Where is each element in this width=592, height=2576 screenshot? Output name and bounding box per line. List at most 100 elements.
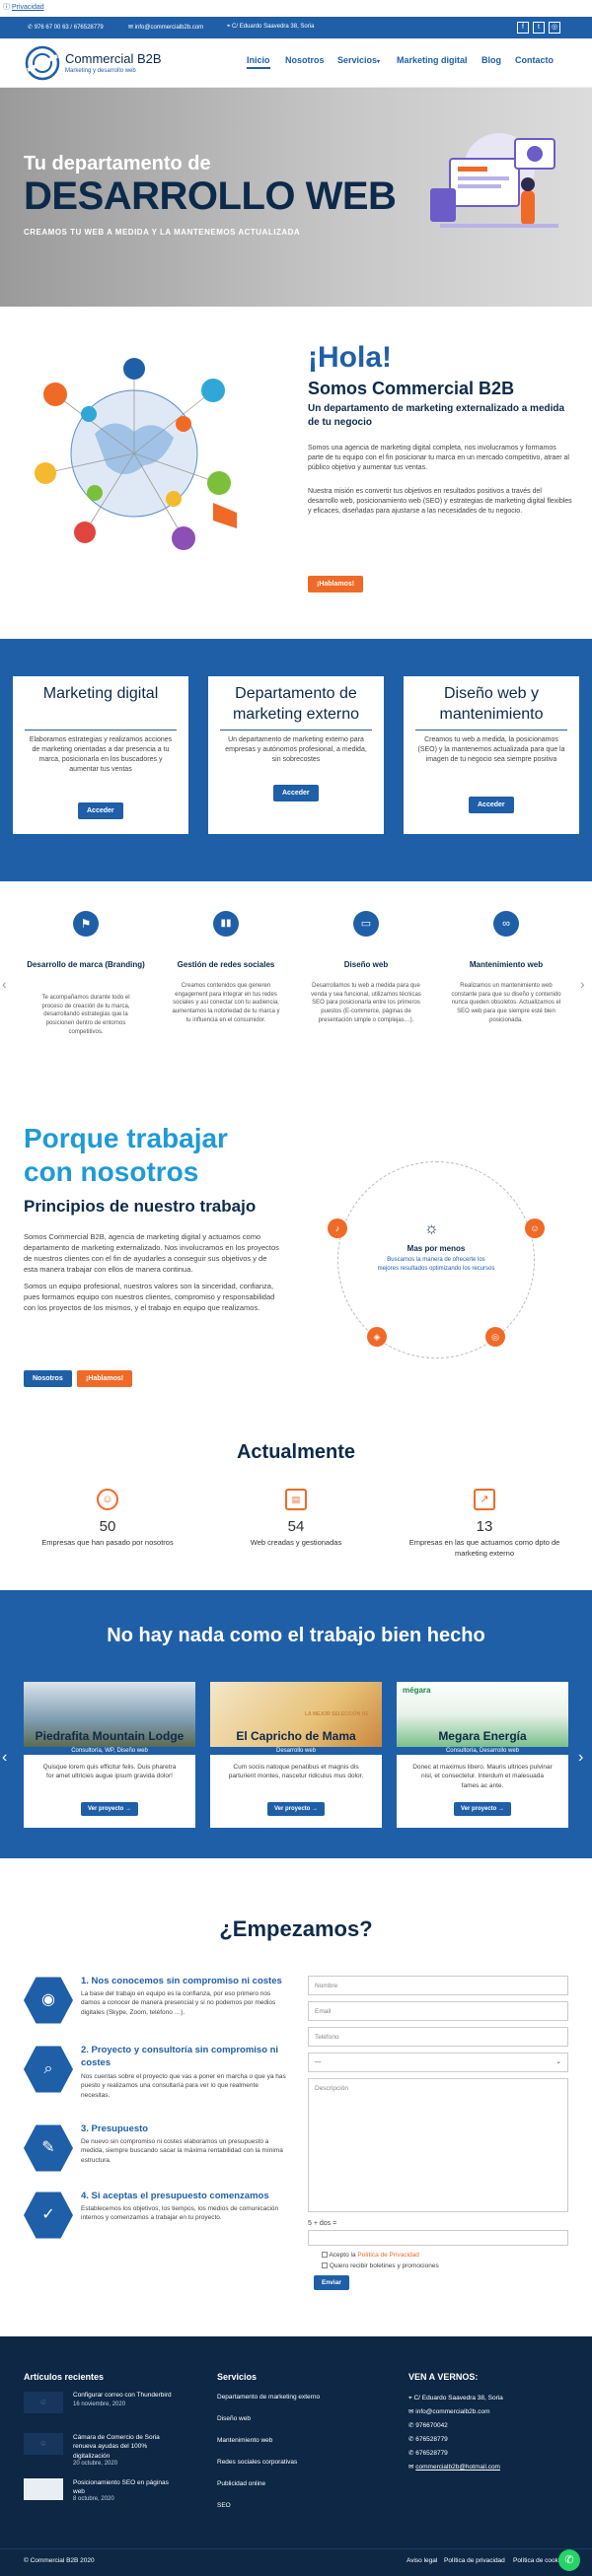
topbar-address: C/ Eduardo Saavedra 38, Soria — [232, 24, 315, 30]
circle-title: Mas por menos — [407, 1244, 466, 1253]
nav-item-nosotros[interactable]: Nosotros — [285, 55, 325, 65]
twitter-icon[interactable]: t — [533, 22, 545, 34]
privacy-checkbox[interactable] — [322, 2252, 328, 2259]
hola-button[interactable]: ¡Hablamos! — [308, 576, 364, 592]
phone-field[interactable]: Teléfono — [308, 2027, 568, 2047]
portfolio-button[interactable]: Ver proyecto → — [454, 1802, 512, 1816]
submit-button[interactable]: Enviar — [314, 2275, 349, 2290]
footer-services-title: Servicios — [217, 2372, 258, 2382]
portfolio-text: Quisque lorem quis efficitur felis. Duis… — [42, 1764, 177, 1780]
nav-item-servicios[interactable]: Servicios▾ — [337, 55, 380, 65]
nav-item-blog[interactable]: Blog — [481, 55, 501, 65]
description-field[interactable]: Descripción — [308, 2078, 568, 2212]
portfolio-text: Cum sociis natoque penatibus et magnis d… — [228, 1764, 364, 1780]
service-card: Diseño web y mantenimiento Creamos tu we… — [404, 676, 579, 834]
footer-service-link[interactable]: SEO — [217, 2502, 231, 2509]
pencil-icon: ✎ — [24, 2124, 73, 2172]
logo[interactable]: Commercial B2B Marketing y desarrollo we… — [24, 44, 172, 82]
nav-item-inicio[interactable]: Inicio — [247, 55, 270, 69]
hablamos-button[interactable]: ¡Hablamos! — [77, 1370, 133, 1387]
footer-post-title[interactable]: Posicionamiento SEO en páginas web — [73, 2478, 182, 2497]
magnifier-icon: ⌕ — [24, 2046, 73, 2093]
footer-service-link[interactable]: Diseño web — [217, 2415, 251, 2422]
browser-icon: ▤ — [285, 1489, 307, 1510]
whatsapp-icon[interactable]: ✆ — [558, 2549, 580, 2571]
instagram-icon[interactable]: ◎ — [549, 22, 560, 34]
name-field[interactable]: Nombre — [308, 1976, 568, 1995]
nav-item-servicios-label: Servicios — [337, 55, 378, 65]
footer-phone[interactable]: 676528779 — [415, 2450, 448, 2457]
card-divider — [220, 730, 372, 731]
newsletter-checkbox[interactable] — [322, 2263, 328, 2269]
step-title: 2. Proyecto y consultoría sin compromiso… — [81, 2045, 279, 2068]
why-paragraph-2: Somos un equipo profesional, nuestros va… — [24, 1282, 275, 1312]
portfolio-card: Piedrafita Mountain Lodge Consultoría, W… — [24, 1682, 195, 1828]
logo-tagline: Marketing y desarrollo web — [65, 68, 136, 74]
principle-target-icon[interactable]: ◎ — [485, 1327, 505, 1347]
principle-user-icon[interactable]: ☺ — [525, 1218, 545, 1238]
smile-icon: ☺ — [97, 1489, 118, 1510]
footer-service-link[interactable]: Departamento de marketing externo — [217, 2394, 320, 2401]
service-card-button[interactable]: Acceder — [469, 797, 514, 813]
footer-post-title[interactable]: Cámara de Comercio de Soria renueva ayud… — [73, 2433, 182, 2461]
carousel-prev-icon[interactable]: ‹ — [2, 976, 7, 992]
stats-title: Actualmente — [236, 1441, 356, 1463]
footer-service-link[interactable]: Publicidad online — [217, 2480, 265, 2487]
bar-chart-icon: ▮▮ — [213, 911, 239, 937]
footer-service-link[interactable]: Redes sociales corporativas — [217, 2459, 297, 2466]
footer-service-link[interactable]: Mantenimiento web — [217, 2437, 272, 2444]
step-title: 1. Nos conocemos sin compromiso ni coste… — [81, 1976, 282, 1986]
privacy-checkbox-row[interactable]: Acepto la Política de Privacidad — [322, 2252, 419, 2259]
footer-phone[interactable]: 676528779 — [415, 2436, 448, 2443]
topbar-email[interactable]: info@commercialb2b.com — [135, 25, 203, 31]
hero-line1: Tu departamento de — [24, 153, 211, 174]
stat-number: 13 — [476, 1518, 493, 1535]
nav-item-marketing[interactable]: Marketing digital — [397, 55, 468, 65]
topbar-phone[interactable]: 976 67 00 63 / 676528779 — [35, 25, 104, 31]
portfolio-name: Piedrafita Mountain Lodge — [35, 1729, 185, 1743]
why-paragraph-1: Somos Commercial B2B, agencia de marketi… — [24, 1232, 279, 1274]
footer-posts-title: Artículos recientes — [24, 2372, 105, 2382]
email-field[interactable]: Email — [308, 2001, 568, 2021]
facebook-icon[interactable]: f — [517, 22, 529, 34]
portfolio-button[interactable]: Ver proyecto → — [267, 1802, 326, 1816]
footer-copyright: © Commercial B2B 2020 — [24, 2557, 95, 2564]
carousel-next-icon[interactable]: › — [580, 976, 585, 992]
footer-phone[interactable]: 976670042 — [415, 2422, 448, 2429]
sun-icon: ☼ — [424, 1220, 439, 1237]
global-network-illustration — [35, 358, 237, 550]
principle-bell-icon[interactable]: ♪ — [328, 1218, 347, 1238]
footer-email[interactable]: info@commercialb2b.com — [415, 2408, 489, 2415]
accept-label: Acepto la — [329, 2252, 356, 2259]
privacy-policy-link[interactable]: Política de Privacidad — [357, 2252, 419, 2259]
monitor-icon: ▭ — [353, 911, 379, 937]
service-card-button[interactable]: Acceder — [78, 802, 123, 819]
footer-legal-link[interactable]: Política de privacidad — [444, 2557, 505, 2564]
privacy-link[interactable]: Privacidad — [12, 4, 44, 11]
feature-text: Desarrollamos tu web a medida para que v… — [311, 983, 421, 1023]
portfolio-button[interactable]: Ver proyecto → — [81, 1802, 139, 1816]
nav-item-contacto[interactable]: Contacto — [515, 55, 554, 65]
newsletter-label: Quiero recibir boletines y promociones — [329, 2263, 439, 2269]
portfolio-category: Consultoría, Desarrollo web — [397, 1747, 568, 1755]
footer-post-title[interactable]: Configurar correo con Thunderbird — [73, 2392, 182, 2399]
service-select[interactable]: — ⌄ — [308, 2053, 568, 2072]
portfolio-card: mégara Megara Energía Consultoría, Desar… — [397, 1682, 568, 1828]
post-thumbnail: ☺ — [24, 2433, 63, 2455]
newsletter-checkbox-row[interactable]: Quiero recibir boletines y promociones — [322, 2263, 439, 2269]
portfolio-prev-icon[interactable]: ‹ — [2, 1749, 7, 1767]
feature-text: Realizamos un mantenimiento web constant… — [451, 983, 561, 1023]
link-icon: ∞ — [493, 911, 519, 937]
captcha-input[interactable] — [308, 2230, 568, 2246]
footer-email[interactable]: commercialb2b@hotmail.com — [415, 2464, 500, 2471]
portfolio-next-icon[interactable]: › — [578, 1749, 583, 1767]
footer-divider — [0, 2548, 592, 2549]
principle-cube-icon[interactable]: ◈ — [367, 1327, 387, 1347]
hero-line2: DESARROLLO WEB — [24, 174, 397, 218]
service-card-button[interactable]: Acceder — [273, 785, 319, 801]
footer-contact-list: ⌖ C/ Eduardo Saavedra 38, Soria ✉ info@c… — [408, 2392, 503, 2474]
stat-number: 54 — [287, 1518, 305, 1535]
nosotros-button[interactable]: Nosotros — [24, 1370, 72, 1387]
footer-legal-link[interactable]: Aviso legal — [407, 2557, 437, 2564]
hola-lead: Un departamento de marketing externaliza… — [308, 403, 565, 428]
